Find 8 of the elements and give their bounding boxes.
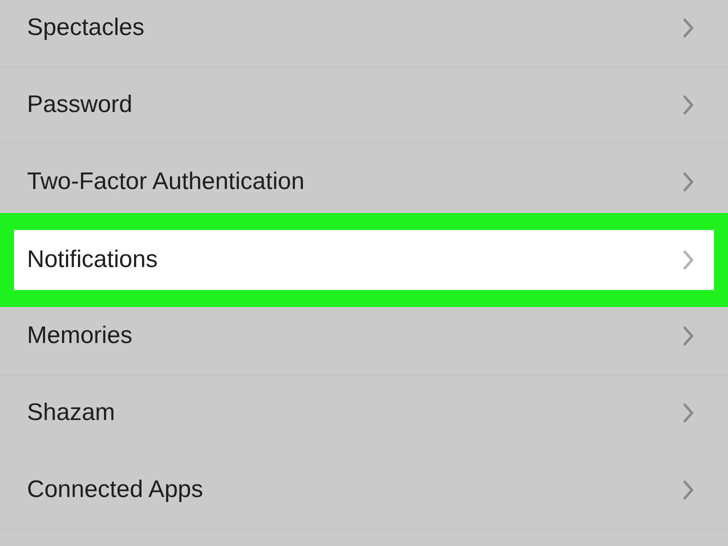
chevron-right-icon	[682, 249, 694, 271]
settings-item[interactable]: Notifications	[14, 230, 714, 290]
chevron-right-icon	[682, 325, 694, 347]
chevron-right-icon	[682, 17, 694, 39]
chevron-right-icon	[682, 479, 694, 501]
chevron-right-icon	[682, 402, 694, 424]
chevron-right-icon	[682, 94, 694, 116]
chevron-right-icon	[682, 171, 694, 193]
